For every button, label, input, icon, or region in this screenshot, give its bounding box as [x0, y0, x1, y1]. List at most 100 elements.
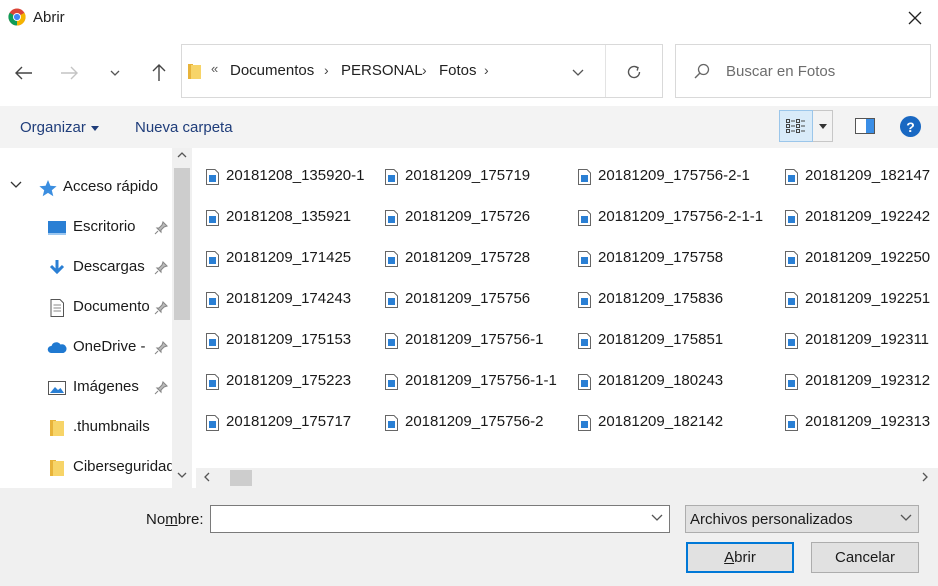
sidebar-item-documentos[interactable]: Documento [0, 293, 172, 323]
pin-icon[interactable] [154, 341, 168, 355]
image-file-icon [578, 210, 591, 226]
file-name: 20181209_175719 [405, 167, 531, 184]
sidebar-item-quick-access[interactable]: Acceso rápido [0, 173, 172, 203]
chevron-up-icon[interactable] [177, 152, 187, 158]
arrow-up-icon [152, 64, 166, 81]
file-name: 20181209_175756 [405, 290, 531, 307]
file-name: 20181209_175756-1 [405, 331, 544, 348]
up-button[interactable] [146, 60, 172, 86]
image-file-icon [206, 169, 219, 185]
horizontal-scrollbar[interactable] [196, 468, 938, 488]
chevron-down-icon[interactable] [651, 514, 663, 521]
button-label: brir [734, 549, 756, 566]
sidebar-item-imagenes[interactable]: Imágenes [0, 373, 172, 403]
close-icon [908, 11, 922, 25]
file-name: 20181209_192311 [805, 331, 930, 348]
file-name: 20181209_175756-2-1-1 [598, 208, 764, 225]
file-name: 20181208_135920-1 [226, 167, 365, 184]
cloud-icon [47, 342, 67, 353]
back-button[interactable] [11, 60, 37, 86]
sidebar-item-descargas[interactable]: Descargas [0, 253, 172, 283]
chrome-icon [8, 8, 26, 26]
help-icon[interactable]: ? [900, 116, 921, 137]
file-type-select[interactable]: Archivos personalizados [685, 505, 919, 533]
pin-icon[interactable] [154, 381, 168, 395]
file-name: 20181208_135921 [226, 208, 352, 225]
file-name: 20181209_175836 [598, 290, 724, 307]
chevron-down-icon [110, 70, 120, 76]
breadcrumb-documentos[interactable]: Documentos [230, 62, 314, 79]
chevron-down-icon[interactable] [177, 472, 187, 478]
dialog-footer: Nombre: Archivos personalizados Abrir Ca… [0, 488, 938, 586]
document-icon [50, 299, 64, 317]
sidebar-item-label: Escritorio [73, 218, 136, 235]
file-type-value: Archivos personalizados [690, 511, 853, 528]
file-name: 20181209_175756-2 [405, 413, 544, 430]
file-name: 20181209_180243 [598, 372, 724, 389]
pin-icon[interactable] [154, 301, 168, 315]
breadcrumb-separator[interactable]: › [324, 62, 329, 78]
forward-button[interactable] [56, 60, 82, 86]
scrollbar-thumb[interactable] [174, 168, 190, 320]
image-file-icon [578, 251, 591, 267]
scrollbar-thumb[interactable] [230, 470, 252, 486]
file-name: 20181209_175756-1-1 [405, 372, 557, 389]
image-file-icon [578, 415, 591, 431]
command-bar: Organizar Nueva carpeta ? [0, 106, 938, 148]
sidebar-item-label: Ciberseguridad [73, 458, 172, 475]
preview-pane-icon[interactable] [855, 118, 875, 134]
sidebar-item-label: .thumbnails [73, 418, 150, 435]
organize-menu[interactable]: Organizar [20, 119, 99, 136]
image-file-icon [206, 415, 219, 431]
divider [605, 45, 606, 97]
change-view-button[interactable] [779, 110, 813, 142]
breadcrumb-separator[interactable]: › [484, 62, 489, 78]
chevron-right-icon[interactable] [922, 472, 928, 482]
file-name: 20181209_175717 [226, 413, 352, 430]
file-name: 20181209_175756-2-1 [598, 167, 750, 184]
open-button[interactable]: Abrir [686, 542, 794, 573]
file-name: 20181209_192242 [805, 208, 931, 225]
breadcrumb-separator[interactable]: › [422, 62, 427, 78]
sidebar-item-label: OneDrive - [73, 338, 146, 355]
pin-icon[interactable] [154, 261, 168, 275]
overflow-chevron[interactable]: « [211, 61, 218, 76]
cancel-button[interactable]: Cancelar [811, 542, 919, 573]
sidebar-item-thumbnails[interactable]: .thumbnails [0, 413, 172, 443]
search-input[interactable]: Buscar en Fotos [726, 63, 835, 80]
new-folder-button[interactable]: Nueva carpeta [135, 119, 233, 136]
image-file-icon [385, 333, 398, 349]
chevron-down-icon[interactable] [10, 181, 22, 189]
sidebar-item-escritorio[interactable]: Escritorio [0, 213, 172, 243]
recent-locations-button[interactable] [102, 60, 128, 86]
file-name-field[interactable] [210, 505, 670, 533]
search-box[interactable]: Buscar en Fotos [675, 44, 931, 98]
folder-icon [188, 64, 201, 79]
file-name: 20181209_175153 [226, 331, 352, 348]
file-name: 20181209_171425 [226, 249, 352, 266]
address-bar[interactable]: « Documentos › PERSONAL › Fotos › [181, 44, 663, 98]
file-name: 20181209_192250 [805, 249, 931, 266]
pictures-icon [48, 381, 66, 395]
breadcrumb-fotos[interactable]: Fotos [439, 62, 477, 79]
chevron-left-icon[interactable] [204, 472, 210, 482]
image-file-icon [385, 210, 398, 226]
refresh-button[interactable] [622, 61, 646, 83]
sidebar-scrollbar[interactable] [172, 148, 192, 488]
file-name: 20181209_175728 [405, 249, 531, 266]
refresh-icon [627, 65, 641, 79]
close-button[interactable] [892, 0, 938, 36]
sidebar-item-ciberseguridad[interactable]: Ciberseguridad [0, 453, 172, 483]
image-file-icon [206, 292, 219, 308]
pin-icon[interactable] [154, 221, 168, 235]
address-history-dropdown[interactable] [568, 63, 588, 81]
image-file-icon [578, 292, 591, 308]
sidebar-item-onedrive[interactable]: OneDrive - [0, 333, 172, 363]
image-file-icon [785, 415, 798, 431]
image-file-icon [785, 374, 798, 390]
title-bar: Abrir [0, 0, 938, 36]
folder-icon [50, 460, 64, 476]
view-options-dropdown[interactable] [813, 110, 833, 142]
image-file-icon [385, 292, 398, 308]
breadcrumb-personal[interactable]: PERSONAL [341, 62, 423, 79]
